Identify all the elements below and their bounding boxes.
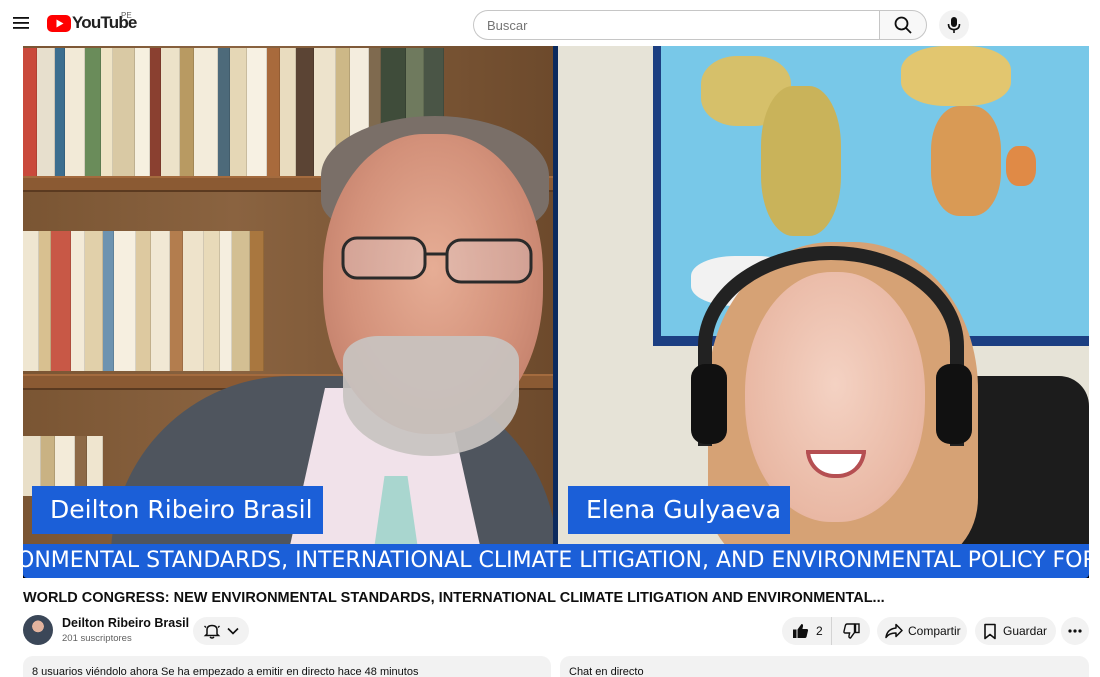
ticker-text: ONMENTAL STANDARDS, INTERNATIONAL CLIMAT… xyxy=(23,548,1089,573)
live-chat-panel[interactable]: Chat en directo xyxy=(560,656,1089,677)
top-bar: YouTube PE xyxy=(0,0,1100,46)
description-box[interactable]: 8 usuarios viéndolo ahora Se ha empezado… xyxy=(23,656,551,677)
share-button[interactable]: Compartir xyxy=(877,617,967,645)
search-icon xyxy=(894,16,912,34)
save-button[interactable]: Guardar xyxy=(975,617,1056,645)
speaker-left-feed: Deilton Ribeiro Brasil xyxy=(23,46,553,544)
speaker-right-feed: Elena Gulyaeva xyxy=(558,46,1089,544)
more-actions-button[interactable] xyxy=(1061,617,1089,645)
country-code: PE xyxy=(121,11,132,20)
search-button[interactable] xyxy=(879,10,927,40)
glasses-icon xyxy=(341,236,533,284)
headphone-right-cup xyxy=(936,364,972,444)
save-label: Guardar xyxy=(1003,624,1048,638)
share-icon xyxy=(885,623,903,639)
dislike-button[interactable] xyxy=(832,617,870,645)
speaker-left-name-tag: Deilton Ribeiro Brasil xyxy=(32,486,323,534)
news-ticker: ONMENTAL STANDARDS, INTERNATIONAL CLIMAT… xyxy=(23,544,1089,578)
notification-bell-button[interactable] xyxy=(193,617,249,645)
bookmark-icon xyxy=(984,623,996,639)
speaker-left-beard xyxy=(343,336,519,456)
headphones-icon xyxy=(698,246,964,446)
voice-search-button[interactable] xyxy=(939,10,969,40)
video-player[interactable]: Deilton Ribeiro Brasil Elena Gulyaeva ON… xyxy=(23,46,1089,578)
live-status-text: 8 usuarios viéndolo ahora Se ha empezado… xyxy=(32,666,419,677)
mic-icon xyxy=(947,17,961,33)
speaker-right-name-tag: Elena Gulyaeva xyxy=(568,486,790,534)
youtube-logo[interactable]: YouTube PE xyxy=(47,11,137,33)
channel-name[interactable]: Deilton Ribeiro Brasil xyxy=(62,616,189,630)
thumbs-down-icon xyxy=(842,623,860,639)
more-horizontal-icon xyxy=(1068,629,1082,633)
live-chat-title: Chat en directo xyxy=(569,666,644,677)
search-input[interactable] xyxy=(473,10,880,40)
like-button[interactable]: 2 xyxy=(782,617,832,645)
bell-icon xyxy=(203,624,221,639)
video-title: WORLD CONGRESS: NEW ENVIRONMENTAL STANDA… xyxy=(23,590,885,606)
subscriber-count: 201 suscriptores xyxy=(62,633,132,644)
chevron-down-icon xyxy=(227,627,239,635)
menu-icon xyxy=(13,17,29,29)
menu-button[interactable] xyxy=(8,9,34,37)
youtube-play-icon xyxy=(47,14,71,32)
channel-avatar[interactable] xyxy=(23,615,53,645)
thumbs-up-icon xyxy=(793,624,809,638)
like-dislike-group: 2 xyxy=(782,617,870,645)
share-label: Compartir xyxy=(908,624,961,638)
like-count: 2 xyxy=(816,624,823,638)
headphone-left-cup xyxy=(691,364,727,444)
